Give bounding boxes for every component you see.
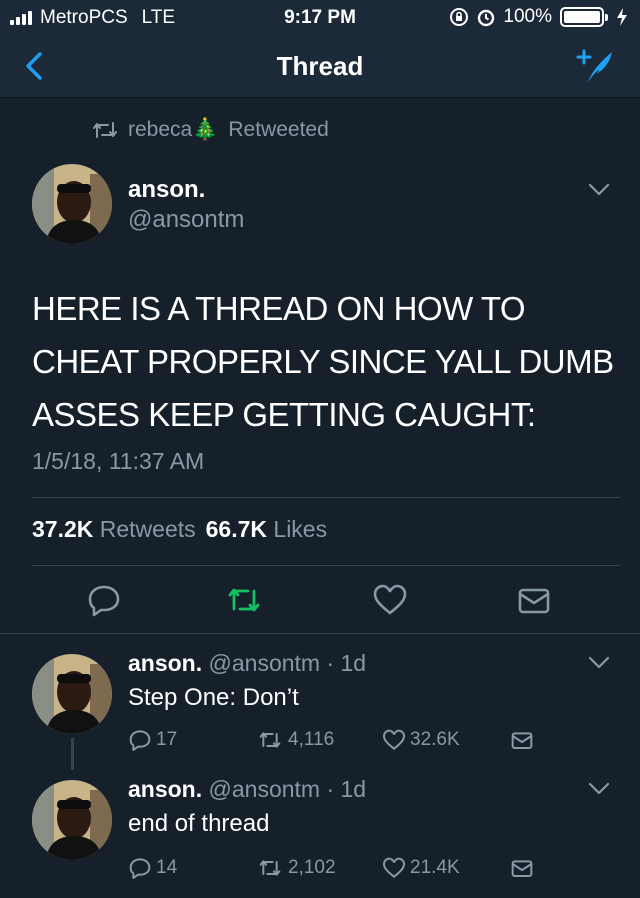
reply-author-name[interactable]: anson. [128,650,202,676]
share-dm-icon[interactable] [516,582,552,618]
reply-meta: @ansontm · 1d [208,650,367,676]
reply-text: end of thread [128,810,270,837]
retweet-icon [259,732,281,748]
reply-icon [129,730,151,751]
like-label: Likes [273,516,328,542]
reply-meta: @ansontm · 1d [208,776,367,802]
battery-percent: 100% [503,6,552,27]
author-handle[interactable]: @ansontm [128,206,244,234]
retweet-count: 2,102 [288,857,336,878]
like-button[interactable]: 32.6K [382,728,460,752]
retweets-stat[interactable]: 37.2K Retweets [32,516,196,543]
retweet-label: Retweets [99,516,196,542]
author-name[interactable]: anson. [128,176,205,204]
alarm-icon [478,9,495,27]
likes-stat[interactable]: 66.7K Likes [206,516,327,543]
retweeted-label: Retweeted [228,118,329,141]
avatar[interactable] [32,780,112,860]
divider [32,497,620,498]
retweeter-name[interactable]: rebeca🎄 [128,118,218,142]
share-dm-icon [511,732,533,749]
chevron-down-icon[interactable] [588,656,610,670]
retweet-count: 4,116 [288,729,335,750]
divider [32,565,620,566]
like-count: 32.6K [410,729,460,750]
reply-button[interactable]: 14 [128,856,177,880]
orientation-lock-icon [450,8,469,26]
avatar[interactable] [32,164,112,244]
reply-icon[interactable] [86,582,122,618]
compose-tweet-icon[interactable] [576,46,616,86]
reply-author-name[interactable]: anson. [128,776,202,802]
retweet-button[interactable]: 4,116 [256,728,334,752]
thread-connector-line [71,738,74,770]
chevron-down-icon[interactable] [588,183,610,197]
share-dm-icon [511,860,533,877]
reply-header: anson. @ansontm · 1d [128,776,366,803]
status-right: 100% [449,6,628,28]
like-button[interactable]: 21.4K [382,856,460,880]
retweet-icon[interactable] [226,582,262,618]
reply-icon [129,858,151,879]
reply-text: Step One: Don’t [128,684,299,711]
reply-action-bar: 14 2,102 21.4K [128,856,548,886]
avatar[interactable] [32,654,112,734]
share-button[interactable] [510,856,534,880]
page-title: Thread [276,51,364,81]
reply-count: 14 [156,857,178,878]
reply-count: 17 [156,729,178,750]
tweet-text-line: ASSES KEEP GETTING CAUGHT: [32,396,536,433]
tweet-action-bar [0,578,640,622]
retweet-button[interactable]: 2,102 [256,856,336,880]
reply-button[interactable]: 17 [128,728,177,752]
retweet-count: 37.2K [32,516,94,542]
reply-action-bar: 17 4,116 32.6K [128,728,548,758]
status-bar: MetroPCS LTE 9:17 PM 100% [0,0,640,34]
like-count: 21.4K [410,857,460,878]
tweet-text-line: CHEAT PROPERLY SINCE YALL DUMB [32,343,614,380]
charging-icon [617,8,627,26]
tweet-stats: 37.2K Retweets 66.7K Likes [32,516,327,543]
tweet-text-line: HERE IS A THREAD ON HOW TO [32,290,526,327]
nav-bar: Thread [0,34,640,98]
like-count: 66.7K [205,516,268,542]
chevron-down-icon[interactable] [588,782,610,796]
battery-icon [560,7,608,27]
retweet-icon [259,860,281,876]
retweet-icon [93,122,117,138]
like-icon [383,857,405,878]
like-icon[interactable] [372,582,408,618]
share-button[interactable] [510,728,534,752]
retweeted-by-header: rebeca🎄 Retweeted [92,118,329,142]
tweet-text: HERE IS A THREAD ON HOW TO CHEAT PROPERL… [32,282,622,441]
reply-header: anson. @ansontm · 1d [128,650,366,677]
divider [0,633,640,634]
like-icon [383,729,405,750]
tweet-timestamp: 1/5/18, 11:37 AM [32,448,205,474]
